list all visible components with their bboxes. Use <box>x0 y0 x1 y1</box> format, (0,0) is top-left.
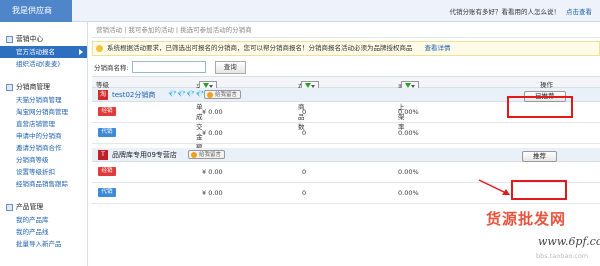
distributor-name-input[interactable] <box>131 61 206 73</box>
sidebar-item-taobao-distributors[interactable]: 淘宝网分销商管理 <box>0 106 87 118</box>
sidebar-item-official-activity[interactable]: 官方活动报名 <box>0 46 87 58</box>
sidebar-group-header[interactable]: 分销商管理 <box>0 80 87 94</box>
watermark-bbs: bbs.taobao.com <box>536 252 589 260</box>
sidebar-group-products: 产品管理 我的产品库 我的产品线 批量导入新产品 <box>0 200 87 250</box>
breadcrumb: 营销活动 | 我可参加的活动 | 挑选可参加活动的分销商 <box>92 22 600 38</box>
shop-name-link[interactable]: test02分销商 <box>112 90 155 100</box>
sidebar-item-pending-distributors[interactable]: 申请中的分销商 <box>0 130 87 142</box>
annotation-arrow-icon <box>478 179 510 195</box>
sidebar-group-header[interactable]: 营销中心 <box>0 32 87 46</box>
sidebar-group-header[interactable]: 产品管理 <box>0 200 87 214</box>
sidebar-item-level-discount[interactable]: 设置等级折扣 <box>0 166 87 178</box>
sidebar: 营销中心 官方活动报名 组织活动(麦麦) 分销商管理 天猫分销商管理 淘宝网分销… <box>0 22 88 266</box>
sidebar-item-organize-activity[interactable]: 组织活动(麦麦) <box>0 58 87 70</box>
shop-row: T 品牌库专用09专营店 给我留言 推荐 <box>92 148 600 162</box>
sidebar-item-sales-tracking[interactable]: 经销商品销售跟踪 <box>0 178 87 190</box>
leave-message-button[interactable]: 给我留言 <box>204 90 242 99</box>
search-label: 分销商名称: <box>94 64 129 72</box>
count-cell: 0 <box>302 168 307 176</box>
folder-icon <box>6 35 13 43</box>
watermark-url: www.6pf.com <box>538 235 600 248</box>
top-notice: 代销分账有多好？看看用的人怎么说！ 点击查看 <box>450 6 593 16</box>
recommend-button[interactable]: 推荐 <box>522 151 557 162</box>
folder-icon <box>6 203 13 211</box>
count-cell: 0 <box>302 129 307 137</box>
lightbulb-icon <box>96 45 103 52</box>
consignment-tag: 代销 <box>98 188 116 197</box>
sidebar-item-invite-distributors[interactable]: 邀请分销商合作 <box>0 142 87 154</box>
sidebar-item-tmall-distributors[interactable]: 天猫分销商管理 <box>0 94 87 106</box>
rate-cell: 0.00% <box>398 129 419 137</box>
rate-cell: 0.00% <box>398 108 419 116</box>
consignment-tag: 代销 <box>98 128 116 137</box>
table-header: 等级 采购单成交金额 在售商品数 商品上架率 操作 <box>92 76 600 151</box>
amount-cell: ¥ 0.00 <box>202 168 223 176</box>
sidebar-group-distributor: 分销商管理 天猫分销商管理 淘宝网分销商管理 直营店铺管理 申请中的分销商 邀请… <box>0 80 87 190</box>
top-bar: 我是供应商 代销分账有多好？看看用的人怎么说！ 点击查看 <box>0 0 600 22</box>
amount-cell: ¥ 0.00 <box>202 129 223 137</box>
sidebar-item-batch-import[interactable]: 批量导入新产品 <box>0 238 87 250</box>
view-details-link[interactable]: 查看详情 <box>425 44 451 52</box>
amount-cell: ¥ 0.00 <box>202 108 223 116</box>
sidebar-item-direct-stores[interactable]: 直营店铺管理 <box>0 118 87 130</box>
sidebar-item-distributor-levels[interactable]: 分销商等级 <box>0 154 87 166</box>
highlight-box-recommend <box>511 180 567 200</box>
leave-message-button[interactable]: 给我留言 <box>188 150 226 159</box>
main-content: 营销活动 | 我可参加的活动 | 挑选可参加活动的分销商 系统根据活动要求，已筛… <box>92 22 600 266</box>
sidebar-group-marketing: 营销中心 官方活动报名 组织活动(麦麦) <box>0 32 87 70</box>
top-notice-link[interactable]: 点击查看 <box>566 8 592 16</box>
brand-tab[interactable]: 我是供应商 <box>0 0 72 22</box>
search-bar: 分销商名称: 查询 <box>92 58 600 76</box>
wholesale-tag: 经销 <box>98 167 116 176</box>
search-button[interactable]: 查询 <box>214 60 246 74</box>
count-cell: 0 <box>302 189 307 197</box>
rate-cell: 0.00% <box>398 168 419 176</box>
highlight-box-recommended <box>507 96 573 118</box>
taobao-icon: 淘 <box>98 90 108 100</box>
amount-cell: ¥ 0.00 <box>202 189 223 197</box>
top-notice-text: 代销分账有多好？看看用的人怎么说！ <box>449 8 561 16</box>
table-row: 代销 ¥ 0.00 0 0.00% <box>92 123 600 144</box>
shop-name-link[interactable]: 品牌库专用09专营店 <box>112 150 177 160</box>
rate-cell: 0.00% <box>398 189 419 197</box>
sidebar-item-product-library[interactable]: 我的产品库 <box>0 214 87 226</box>
sidebar-item-product-lines[interactable]: 我的产品线 <box>0 226 87 238</box>
info-notice: 系统根据活动要求，已筛选出可报名的分销商，您可以帮分销商报名！分销商报名活动必须… <box>92 41 600 56</box>
info-notice-text: 系统根据活动要求，已筛选出可报名的分销商，您可以帮分销商报名！分销商报名活动必须… <box>107 44 413 52</box>
wholesale-tag: 经销 <box>98 107 116 116</box>
count-cell: 0 <box>302 108 307 116</box>
watermark-title: 货源批发网 <box>486 210 567 228</box>
folder-icon <box>6 83 13 91</box>
tmall-icon: T <box>98 150 108 160</box>
